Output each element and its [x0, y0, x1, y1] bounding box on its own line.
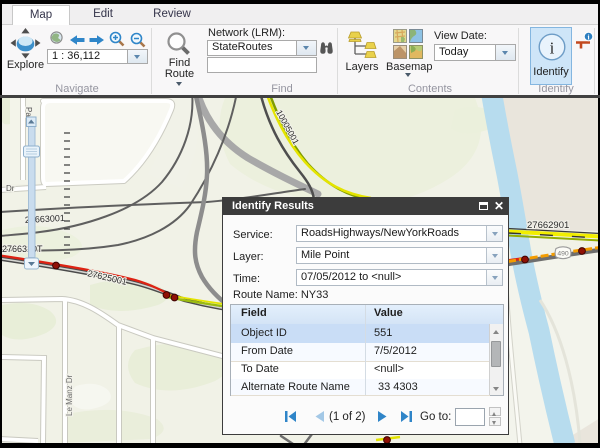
svg-text:Pa: Pa: [24, 107, 33, 117]
svg-text:27662901: 27662901: [527, 220, 569, 231]
svg-text:i: i: [587, 32, 589, 41]
svg-text:i: i: [550, 39, 555, 58]
svg-text:2766310T: 2766310T: [2, 244, 43, 254]
svg-text:490: 490: [557, 251, 569, 258]
svg-text:Dr: Dr: [6, 184, 15, 193]
svg-text:Le Manz Dr: Le Manz Dr: [65, 374, 74, 416]
